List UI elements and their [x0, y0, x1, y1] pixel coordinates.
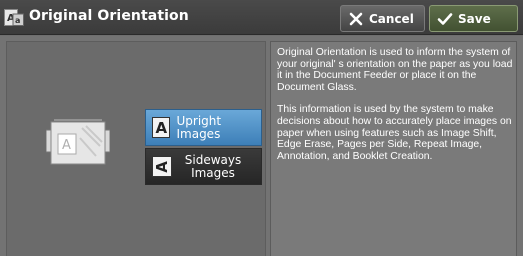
info-pane: Original Orientation is used to inform t…	[270, 41, 517, 256]
sideways-letter-icon: A	[152, 156, 172, 177]
checkmark-icon	[437, 12, 453, 25]
sideways-images-label: Sideways Images	[184, 152, 242, 180]
svg-text:a: a	[15, 16, 20, 25]
main-panel: A A Upright Images A Sideways Images Ori…	[0, 36, 523, 256]
info-text: Original Orientation is used to inform t…	[277, 47, 513, 162]
orientation-icon: A a	[4, 9, 24, 26]
page-title: Original Orientation	[29, 8, 189, 24]
save-label: Save	[458, 11, 491, 26]
upright-images-button[interactable]: A Upright Images	[145, 109, 262, 146]
cancel-label: Cancel	[369, 11, 414, 26]
info-paragraph-1: Original Orientation is used to inform t…	[277, 47, 513, 93]
upright-letter-icon: A	[152, 117, 171, 138]
info-paragraph-2: This information is used by the system t…	[277, 104, 512, 162]
sideways-images-button[interactable]: A Sideways Images	[145, 148, 262, 185]
cancel-button[interactable]: Cancel	[340, 5, 425, 32]
save-button[interactable]: Save	[429, 5, 518, 32]
document-preview-icon: A	[46, 119, 110, 165]
upright-images-label: Upright Images	[176, 113, 222, 141]
title-bar: A a Original Orientation Cancel Save	[0, 0, 523, 35]
close-icon	[349, 12, 363, 25]
svg-text:A: A	[62, 138, 71, 153]
